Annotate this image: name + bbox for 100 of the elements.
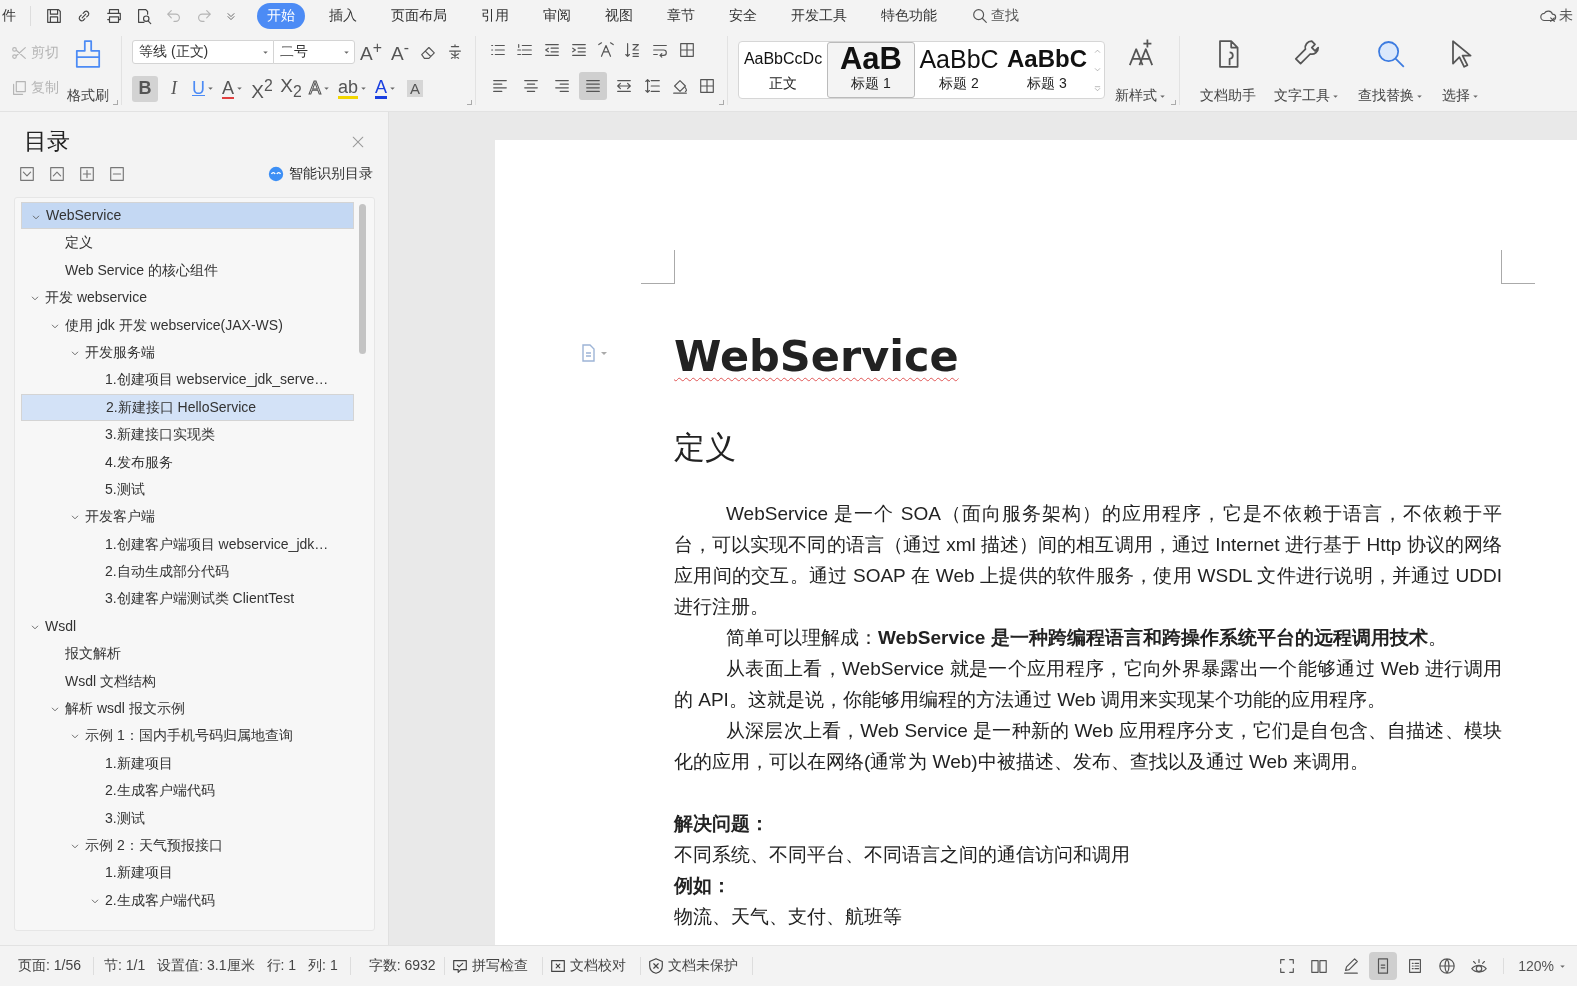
format-button[interactable]: ab: [336, 75, 371, 102]
ribbon-tab[interactable]: 特色功能: [871, 3, 947, 29]
outline-item[interactable]: 开发服务端: [21, 338, 354, 367]
outline-item[interactable]: 1.新建项目: [21, 749, 354, 778]
outline-item[interactable]: Wsdl: [21, 612, 354, 641]
outline-item[interactable]: 示例 1：国内手机号码归属地查询: [21, 722, 354, 750]
outline-item[interactable]: 1.创建项目 webservice_jdk_serve…: [21, 366, 354, 394]
ribbon-tab[interactable]: 页面布局: [381, 3, 457, 29]
ribbon-tab[interactable]: 审阅: [533, 3, 581, 29]
paragraph: WebService 是一个 SOA（面向服务架构）的应用程序，它是不依赖于语言，不依赖于平台，可以实现不同的语言（通过 xml 描述）间的相互调用，通过 Internet 进行基于 Http 协议的网络应用间的交互。通过 SOAP 在 Web 上提供的软件服务，使用 WSDL 文件进行说明，并通过 UDDI 进行注册。: [674, 502, 1502, 619]
ribbon-tab[interactable]: 开发工具: [781, 3, 857, 29]
pinyin-guide-icon[interactable]: [446, 43, 464, 62]
add-level-icon[interactable]: [78, 165, 96, 183]
format-button[interactable]: A: [220, 75, 246, 102]
scrollbar[interactable]: [359, 204, 366, 354]
search-button[interactable]: 查找: [961, 3, 1029, 29]
save-icon[interactable]: [45, 7, 63, 25]
table-icon[interactable]: [678, 40, 696, 59]
view-mode-button[interactable]: [1369, 952, 1398, 980]
style-preset[interactable]: AaBbC 标题 2: [915, 42, 1003, 98]
outline-item[interactable]: 1.新建项目: [21, 859, 354, 887]
borders-icon[interactable]: [698, 77, 716, 96]
ribbon-tool-button[interactable]: 文字工具: [1270, 36, 1344, 105]
status-button[interactable]: 文档校对: [542, 957, 641, 975]
collapse-all-icon[interactable]: [48, 165, 66, 183]
outline-item[interactable]: WebService: [21, 202, 354, 230]
status-text: 节: 1/1: [104, 957, 147, 975]
format-button[interactable]: X$_{2}$: [278, 75, 304, 102]
status-button[interactable]: 文档未保护: [640, 957, 753, 975]
corner-mark: [1501, 250, 1535, 284]
paragraph: 从深层次上看，Web Service 是一种新的 Web 应用程序分支，它们是自包含、自描述、模块化的应用，可以在网络(通常为 Web)中被描述、发布、查找以及通过 Web 来调用。: [674, 719, 1502, 774]
ribbon-tool-button[interactable]: 选择: [1438, 36, 1484, 105]
format-button[interactable]: B: [132, 75, 158, 102]
paragraph: 简单可以理解成：WebService 是一种跨编程语言和跨操作系统平台的远程调用技术。: [725, 626, 1448, 650]
outline-item[interactable]: 3.创建客户端测试类 ClientTest: [21, 585, 354, 613]
remove-level-icon[interactable]: [108, 165, 126, 183]
outline-item[interactable]: 1.创建客户端项目 webservice_jdk…: [21, 530, 354, 559]
outline-item[interactable]: 示例 2：天气预报接口: [21, 832, 354, 860]
status-text: 页面: 1/56: [18, 957, 95, 975]
outline-item[interactable]: 开发 webservice: [21, 284, 354, 312]
ribbon-tab[interactable]: 章节: [657, 3, 705, 29]
outline-item[interactable]: 5.测试: [21, 475, 354, 504]
new-style-button[interactable]: 新样式: [1111, 36, 1171, 105]
format-button[interactable]: A: [402, 75, 429, 102]
outline-item[interactable]: 2.生成客户端代码: [21, 886, 354, 915]
line-spacing-icon[interactable]: [644, 77, 662, 96]
eye-icon: [1470, 957, 1489, 975]
format-painter-button[interactable]: 格式刷: [63, 36, 113, 105]
sync-status: 未: [1559, 7, 1573, 25]
panel-title: 目录: [24, 127, 70, 156]
outline-item[interactable]: 报文解析: [21, 640, 354, 668]
paint-bucket-icon[interactable]: [671, 77, 689, 96]
ribbon-tab[interactable]: 视图: [595, 3, 643, 29]
book-icon: [1310, 957, 1329, 975]
text-direction-icon[interactable]: [597, 40, 615, 59]
ribbon-tab[interactable]: 安全: [719, 3, 767, 29]
outline-item[interactable]: Web Service 的核心组件: [21, 256, 354, 285]
style-preset[interactable]: AaBbCcDc 正文: [739, 42, 827, 98]
outline-item[interactable]: 2.自动生成部分代码: [21, 558, 354, 586]
print-preview-icon[interactable]: [135, 7, 153, 25]
ribbon-tool-button[interactable]: 文档助手: [1196, 36, 1260, 105]
smart-toc-button[interactable]: 智能识别目录: [267, 165, 373, 183]
outline-item[interactable]: 使用 jdk 开发 webservice(JAX-WS): [21, 311, 354, 339]
outline-item[interactable]: 开发客户端: [21, 503, 354, 531]
file-menu[interactable]: 件: [2, 7, 16, 25]
shrink-font-button[interactable]: A$^{-}$: [387, 39, 413, 66]
format-button[interactable]: I: [161, 75, 187, 102]
outline-item[interactable]: Wsdl 文档结构: [21, 667, 354, 696]
format-button[interactable]: A: [373, 75, 400, 102]
outline-item[interactable]: 解析 wsdl 报文示例: [21, 695, 354, 723]
copy-icon: [10, 78, 28, 97]
print-icon[interactable]: [105, 7, 123, 25]
font-name-select[interactable]: 等线 (正文): [132, 40, 274, 65]
zoom-dropdown[interactable]: 120%: [1503, 958, 1577, 974]
font-size-select[interactable]: 二号: [273, 40, 355, 65]
ribbon-tab[interactable]: 插入: [319, 3, 367, 29]
cloud-icon[interactable]: [1539, 7, 1557, 25]
smart-icon: [267, 165, 285, 183]
search-icon: [1375, 38, 1407, 70]
section-heading: 定义: [674, 429, 737, 467]
ribbon-tool-button[interactable]: 查找替换: [1354, 36, 1428, 105]
status-button[interactable]: 拼写检查: [444, 957, 543, 975]
grow-font-button[interactable]: A$^{+}$: [358, 39, 384, 66]
fullscreen-icon: [1278, 957, 1297, 975]
style-preset[interactable]: AaB 标题 1: [827, 42, 915, 98]
outline-item[interactable]: 2.新建接口 HelloService: [21, 393, 354, 422]
outline-item[interactable]: 定义: [21, 229, 354, 257]
outline-item[interactable]: 3.测试: [21, 804, 354, 832]
pencil-icon: [1342, 957, 1361, 975]
ribbon-tab[interactable]: 引用: [471, 3, 519, 29]
outline-item[interactable]: 2.生成客户端代码: [21, 777, 354, 805]
outline-item[interactable]: 3.新建接口实现类: [21, 421, 354, 449]
status-text: 行: 1: [266, 957, 298, 975]
format-button[interactable]: X$^{2}$: [249, 75, 275, 102]
sort-icon[interactable]: [624, 40, 642, 59]
expand-all-icon[interactable]: [18, 165, 36, 183]
style-preset[interactable]: AaBbC 标题 3: [1003, 42, 1091, 98]
align-button[interactable]: [579, 72, 607, 101]
bold-label: 解决问题：: [674, 812, 770, 836]
outline-item[interactable]: 4.发布服务: [21, 448, 354, 476]
